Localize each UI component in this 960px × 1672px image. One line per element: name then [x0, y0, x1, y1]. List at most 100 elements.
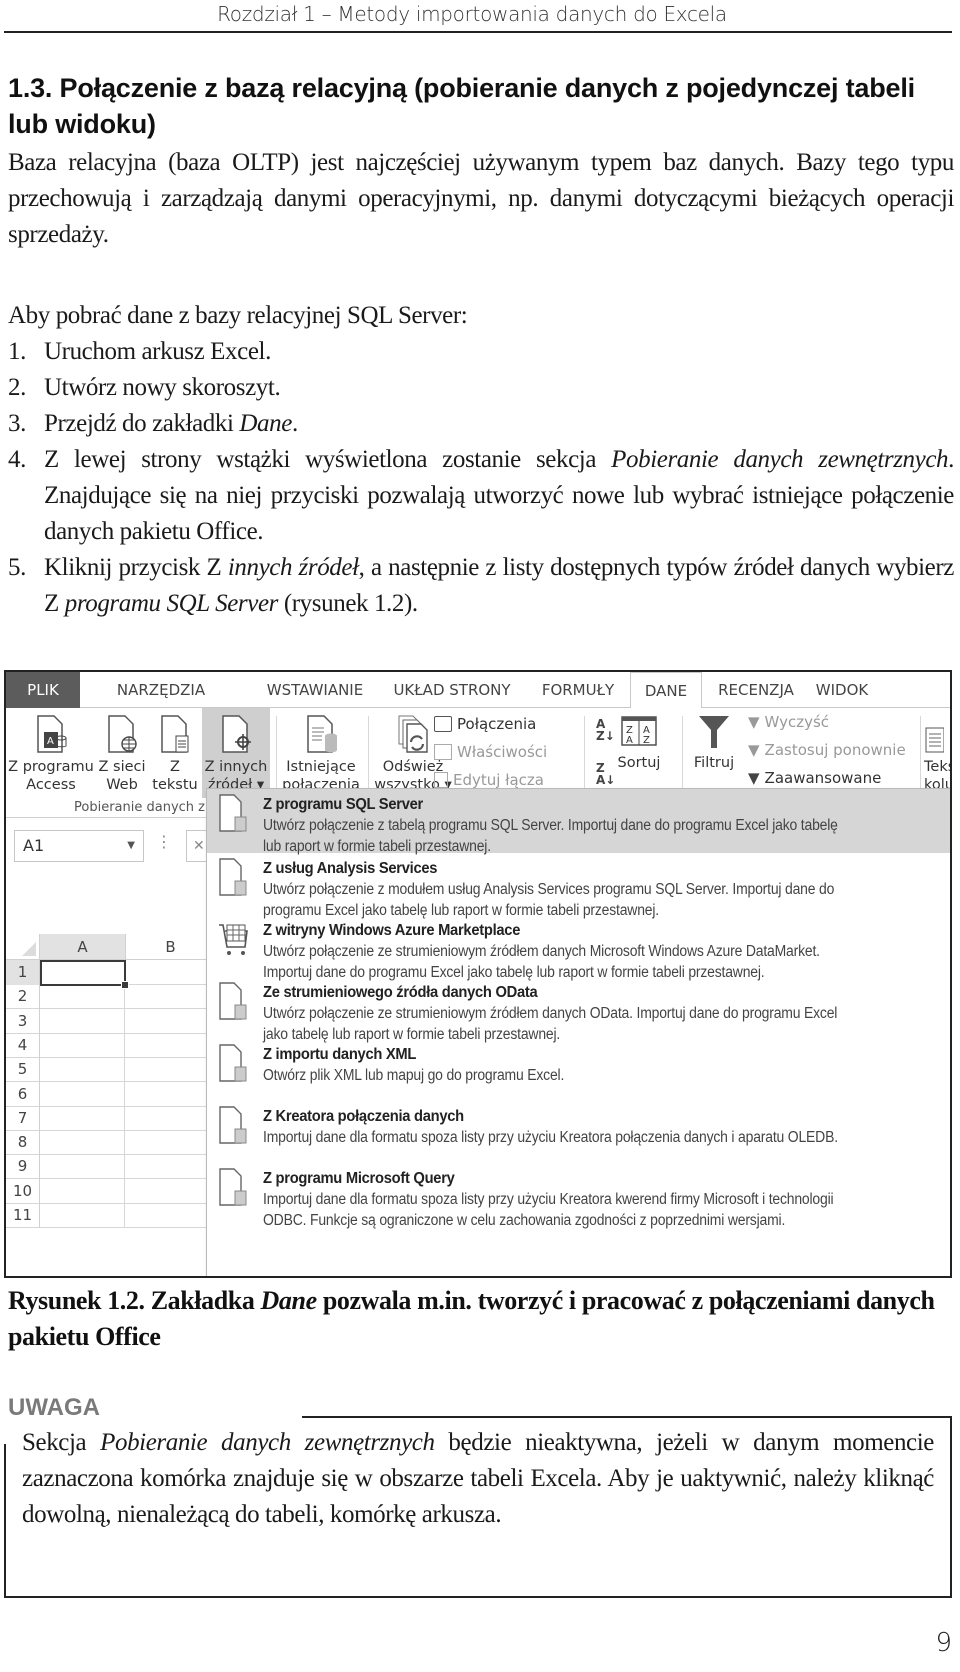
- svg-text:A: A: [47, 736, 54, 747]
- advanced-button[interactable]: ▼ Zaawansowane: [748, 766, 881, 790]
- row-header[interactable]: 10: [6, 1178, 40, 1204]
- menu-item-description: Importuj dane dla formatu spoza listy pr…: [263, 1191, 834, 1208]
- worksheet-row: 10: [6, 1178, 216, 1204]
- cell[interactable]: [40, 1105, 125, 1131]
- tab-review[interactable]: RECENZJA: [710, 672, 802, 708]
- svg-text:Z: Z: [643, 735, 650, 746]
- steps-list: 1. Uruchom arkusz Excel. 2. Utwórz nowy sko…: [8, 334, 954, 622]
- name-box[interactable]: A1 ▼: [14, 830, 144, 862]
- menu-item-xml[interactable]: Z importu danych XML Otwórz plik XML lub …: [207, 1039, 950, 1101]
- sort-descending-button[interactable]: Z A↓: [596, 762, 615, 786]
- menu-item-description: Utwórz połączenie ze strumieniowym źródł…: [263, 1005, 838, 1022]
- cell[interactable]: [40, 1057, 125, 1083]
- menu-item-title: Z Kreatora połączenia danych: [263, 1108, 464, 1125]
- formula-bar-grip: ⋮: [156, 832, 172, 851]
- get-external-data-group-label: Pobieranie danych z: [74, 800, 205, 815]
- funnel-icon: [699, 716, 729, 748]
- selected-cell-a1[interactable]: [40, 960, 129, 989]
- from-web-button[interactable]: Z sieci Web: [94, 708, 150, 798]
- menu-item-sql-server[interactable]: Z programu SQL Server Utwórz połączenie z…: [207, 789, 950, 855]
- cell[interactable]: [40, 1178, 125, 1204]
- properties-icon: [434, 744, 452, 760]
- tab-view[interactable]: WIDOK: [806, 672, 878, 708]
- step-item: 5. Kliknij przycisk Z innych źródeł, a na…: [8, 550, 954, 622]
- cell[interactable]: [40, 1081, 125, 1107]
- from-other-sources-button[interactable]: Z innych źródeł ▾: [202, 708, 270, 798]
- menu-item-title: Z programu SQL Server: [263, 796, 423, 813]
- reapply-button[interactable]: ▼ Zastosuj ponownie: [748, 738, 906, 762]
- row-header[interactable]: 6: [6, 1081, 40, 1107]
- connections-button[interactable]: Połączenia: [434, 712, 536, 736]
- column-header-a[interactable]: A: [40, 934, 126, 960]
- caption-text: Rysunek 1.2. Zakładka: [8, 1286, 261, 1315]
- column-header-b[interactable]: B: [126, 934, 216, 960]
- from-access-button[interactable]: A Z programu Access: [8, 708, 94, 798]
- from-text-label-1: Z: [170, 759, 180, 775]
- menu-item-azure-marketplace[interactable]: Z witryny Windows Azure Marketplace Utwór…: [207, 915, 950, 981]
- step-number: 2.: [8, 374, 26, 401]
- cell[interactable]: [40, 1203, 125, 1228]
- step-text: Kliknij przycisk Z innych źródeł, a nast…: [44, 550, 954, 622]
- cell[interactable]: [40, 984, 125, 1010]
- advanced-filter-icon: ▼: [748, 769, 760, 787]
- from-access-label-2: Access: [26, 777, 76, 793]
- from-web-label-1: Z sieci: [98, 759, 146, 775]
- tab-data[interactable]: DANE: [630, 672, 702, 709]
- menu-item-microsoft-query[interactable]: Z programu Microsoft Query Importuj dane …: [207, 1163, 950, 1233]
- clear-button[interactable]: ▼ Wyczyść: [748, 710, 829, 734]
- existing-connections-label-1: Istniejące: [286, 759, 356, 775]
- row-header[interactable]: 1: [6, 960, 40, 985]
- xml-import-icon: [219, 1044, 247, 1082]
- worksheet-row: 2: [6, 984, 216, 1010]
- step-number: 1.: [8, 338, 26, 365]
- existing-connections-button[interactable]: Istniejące połączenia: [278, 708, 364, 798]
- row-header[interactable]: 2: [6, 984, 40, 1010]
- row-header[interactable]: 8: [6, 1130, 40, 1156]
- step-text: Kliknij przycisk Z: [44, 554, 228, 581]
- worksheet-row: 9: [6, 1154, 216, 1180]
- filter-button[interactable]: Filtruj: [686, 708, 742, 798]
- row-header[interactable]: 9: [6, 1154, 40, 1180]
- step-emphasis: Dane: [239, 410, 292, 437]
- from-access-label-1: Z programu: [8, 759, 94, 775]
- row-header[interactable]: 4: [6, 1032, 40, 1058]
- menu-item-connection-wizard[interactable]: Z Kreatora połączenia danych Importuj dan…: [207, 1101, 950, 1163]
- row-header[interactable]: 11: [6, 1203, 40, 1228]
- step-text: .: [291, 410, 298, 437]
- sort-button[interactable]: ZAAZ Sortuj: [614, 708, 664, 798]
- text-file-icon: [161, 715, 189, 753]
- text-to-columns-button[interactable]: Tekst kolu: [924, 708, 950, 798]
- select-all-button[interactable]: [6, 934, 40, 960]
- cell[interactable]: [40, 1154, 125, 1180]
- cell[interactable]: [40, 1032, 125, 1058]
- worksheet-row: 4: [6, 1032, 216, 1058]
- filter-label: Filtruj: [693, 755, 735, 771]
- excel-screenshot: PLIK NARZĘDZIA GŁÓWNE WSTAWIANIE UKŁAD S…: [4, 670, 952, 1278]
- worksheet-row: 3: [6, 1008, 216, 1034]
- step-text: Utwórz nowy skoroszyt.: [44, 370, 954, 406]
- from-text-button[interactable]: Z tekstu: [150, 708, 200, 798]
- note-text: Sekcja Pobieranie danych zewnętrznych bę…: [22, 1425, 934, 1533]
- row-header[interactable]: 5: [6, 1057, 40, 1083]
- menu-item-analysis-services[interactable]: Z usług Analysis Services Utwórz połączen…: [207, 853, 950, 919]
- tab-formulas[interactable]: FORMUŁY: [530, 672, 626, 708]
- cell[interactable]: [40, 1008, 125, 1034]
- menu-item-odata[interactable]: Ze strumieniowego źródła danych OData Utw…: [207, 977, 950, 1043]
- tab-insert[interactable]: WSTAWIANIE: [256, 672, 374, 708]
- section-title: 1.3. Połączenie z bazą relacyjną (pobier…: [8, 73, 915, 139]
- tab-home[interactable]: NARZĘDZIA GŁÓWNE: [86, 672, 236, 735]
- edit-links-icon: [434, 772, 448, 788]
- properties-label: Właściwości: [457, 743, 548, 761]
- menu-item-title: Z programu Microsoft Query: [263, 1170, 455, 1187]
- cell[interactable]: [40, 1130, 125, 1156]
- azure-marketplace-cart-icon: [219, 924, 248, 955]
- existing-connections-icon: [307, 715, 337, 753]
- tab-page-layout[interactable]: UKŁAD STRONY: [386, 672, 518, 708]
- tab-file[interactable]: PLIK: [6, 672, 80, 708]
- page-number: 9: [935, 1628, 952, 1658]
- row-header[interactable]: 3: [6, 1008, 40, 1034]
- properties-button[interactable]: Właściwości: [434, 740, 547, 764]
- sort-ascending-button[interactable]: A Z↓: [596, 718, 615, 742]
- step-number: 4.: [8, 446, 26, 473]
- row-header[interactable]: 7: [6, 1105, 40, 1131]
